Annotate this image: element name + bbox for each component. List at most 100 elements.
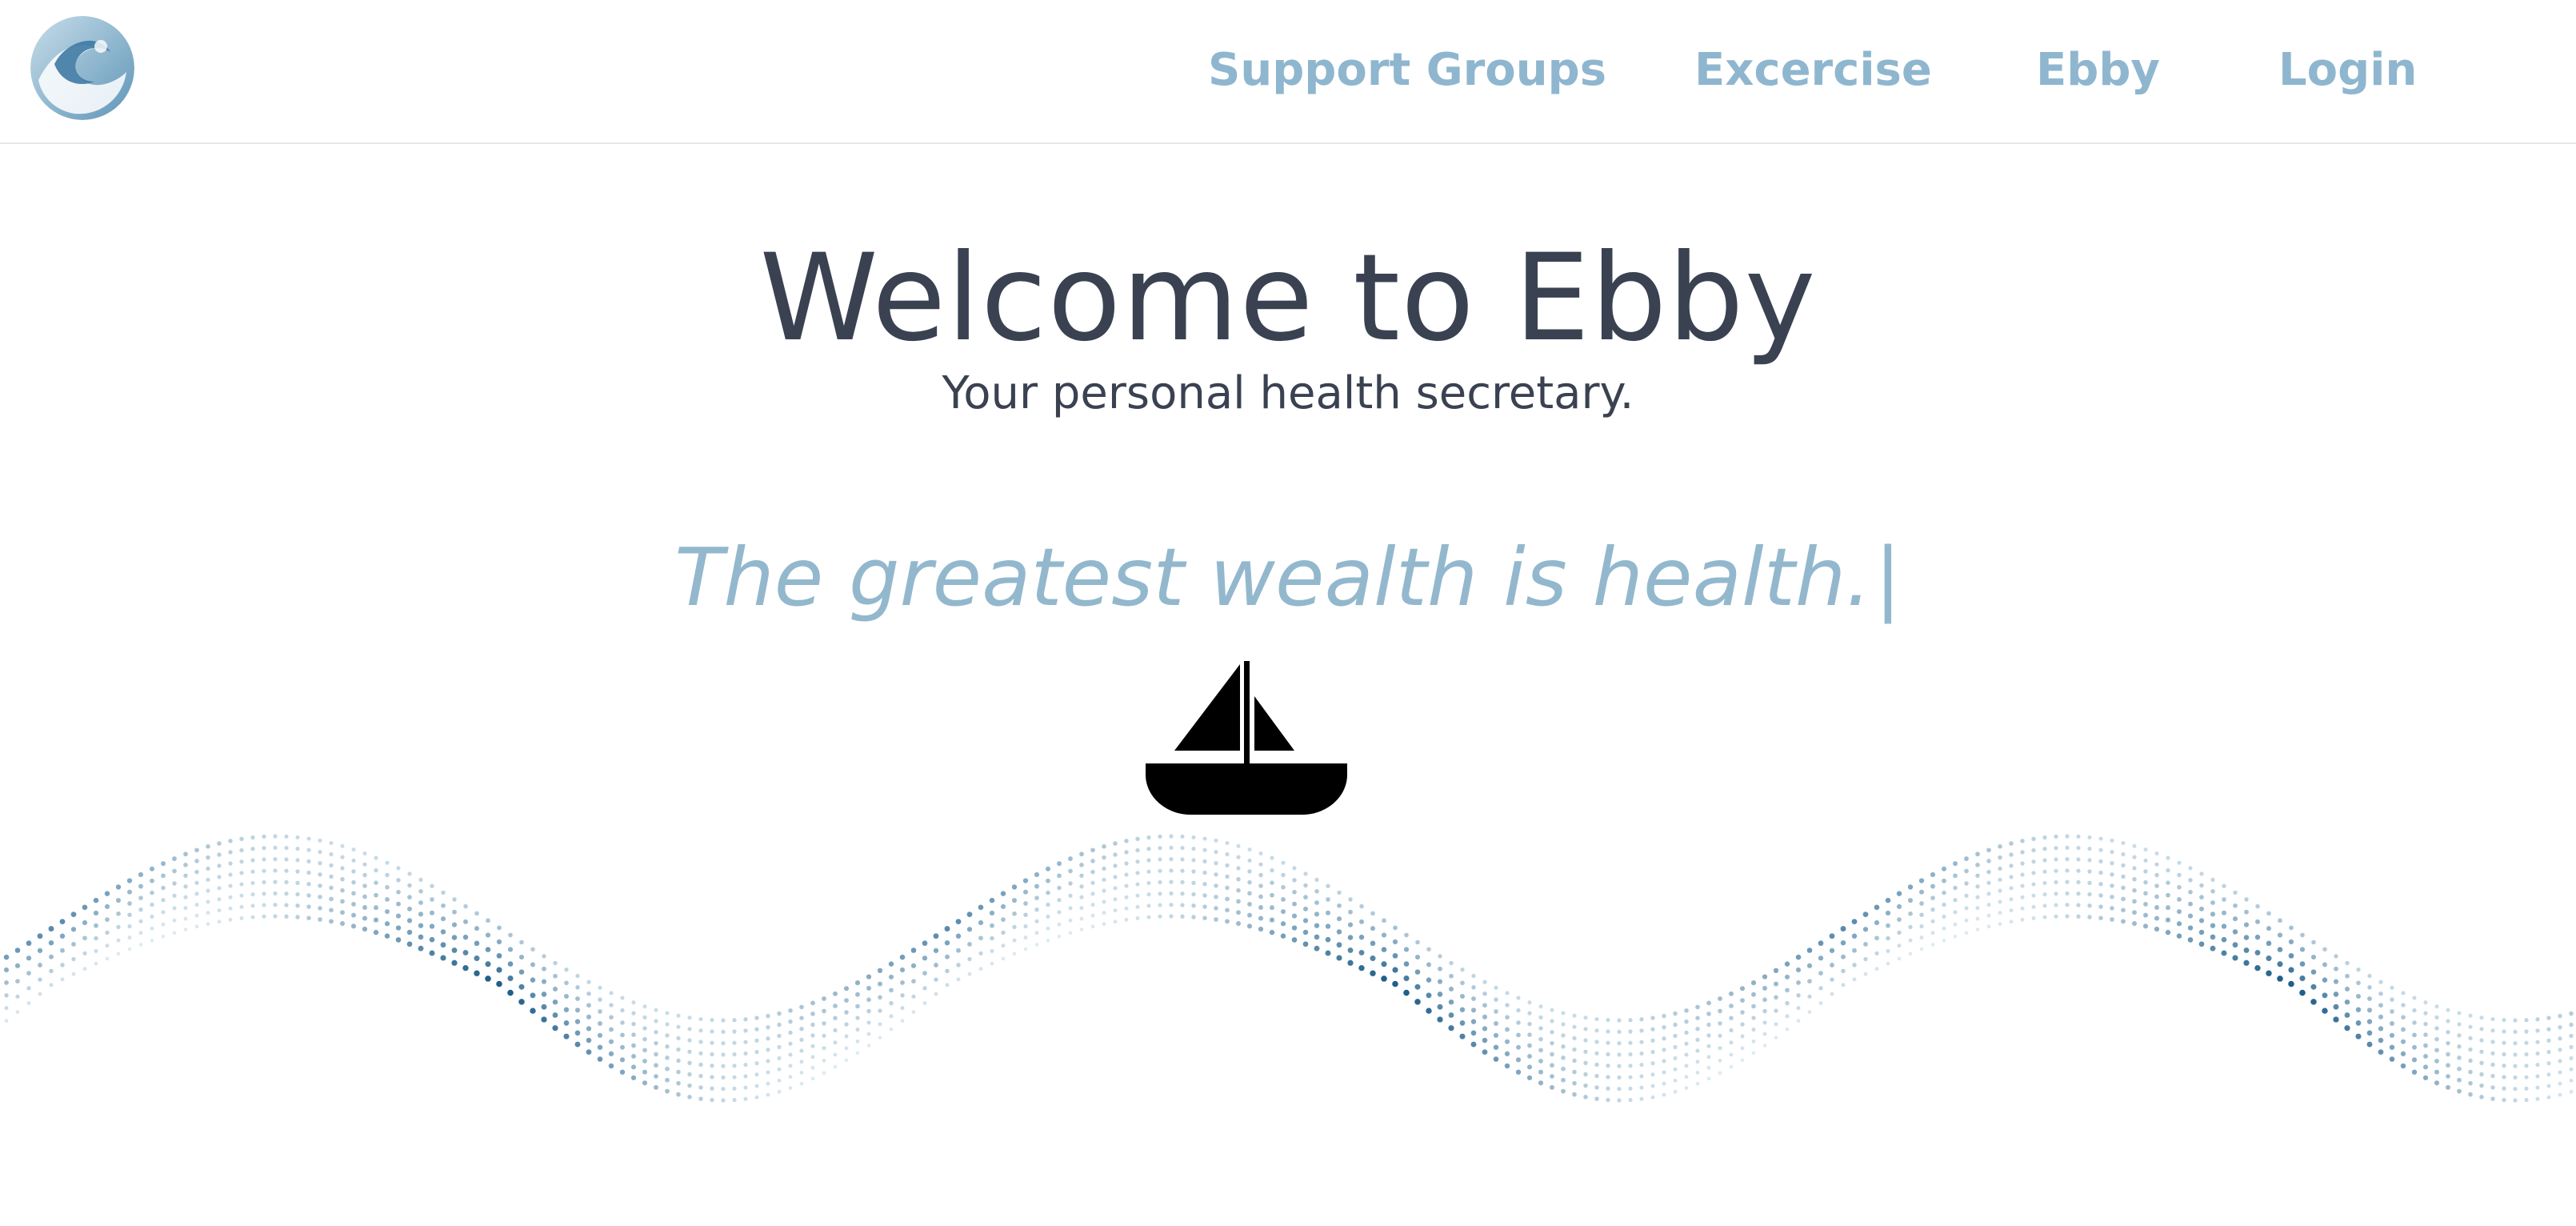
wave-dot [395, 925, 402, 931]
wave-dot [2345, 973, 2350, 979]
wave-dot [866, 985, 871, 991]
wave-dot [1606, 1064, 1610, 1068]
wave-dot [1953, 885, 1958, 891]
wave-dot [2322, 977, 2328, 983]
wave-dot [721, 1018, 726, 1023]
wave-dot [2446, 1008, 2450, 1012]
wave-dot [116, 952, 121, 956]
wave-dot [183, 906, 188, 911]
wave-dot [687, 1072, 692, 1077]
wave-dot [866, 974, 872, 980]
wave-dot [71, 972, 76, 976]
wave-dot [2031, 859, 2036, 864]
wave-dot [2031, 882, 2036, 887]
nav-link-ebby[interactable]: Ebby [2036, 40, 2160, 101]
wave-dot [2457, 1077, 2462, 1083]
wave-dot [1471, 996, 1476, 1001]
wave-dot [2423, 1000, 2428, 1005]
wave-dot [799, 1071, 804, 1075]
wave-dot [2546, 1084, 2551, 1088]
wave-dot [833, 1040, 838, 1045]
nav-link-support-groups[interactable]: Support Groups [1208, 40, 1606, 101]
wave-dot [406, 941, 413, 948]
wave-dot [295, 858, 300, 863]
wave-dot [138, 871, 144, 877]
wave-dot [866, 1044, 871, 1048]
top-navbar: Support Groups Excercise Ebby Login [0, 0, 2576, 144]
wave-dot [766, 1059, 770, 1064]
wave-dot [228, 861, 233, 866]
wave-dot [2087, 903, 2092, 908]
wave-dot [1583, 1060, 1588, 1065]
wave-dot [1830, 992, 1834, 996]
wave-dot [4, 980, 9, 985]
wave-dot [2054, 846, 2058, 851]
wave-dot [1392, 953, 1398, 959]
wave-dot [2389, 1044, 2395, 1050]
wave-dot [2423, 1053, 2428, 1059]
wave-dot [508, 932, 513, 938]
wave-dot [262, 857, 266, 862]
wave-dot [104, 891, 110, 896]
wave-dot [496, 980, 502, 988]
wave-dot [788, 1086, 793, 1090]
wave-dot [3, 967, 10, 973]
wave-dot [1751, 1016, 1756, 1020]
wave-dot [1102, 922, 1106, 926]
wave-dot [2266, 940, 2272, 947]
wave-dot [462, 934, 469, 940]
wave-dot [754, 1072, 759, 1077]
wave-dot [2524, 1052, 2529, 1057]
wave-dot [799, 1037, 804, 1043]
wave-dot [1135, 893, 1140, 898]
wave-dot [676, 1058, 681, 1064]
wave-dot [1998, 877, 2002, 882]
wave-dot [2188, 878, 2193, 883]
wave-dot [1852, 963, 1857, 968]
wave-dot [2390, 1009, 2394, 1014]
wave-dot [94, 961, 98, 966]
wave-dot [1975, 863, 1980, 867]
wave-dot [553, 960, 558, 966]
wave-dot [754, 1027, 759, 1032]
wave-dot [1124, 872, 1129, 877]
wave-dot [710, 1075, 714, 1080]
wave-dot [1225, 874, 1230, 879]
wave-dot [429, 924, 435, 929]
wave-dot [1046, 914, 1050, 919]
wave-dot [1617, 1052, 1622, 1057]
wave-dot [395, 937, 402, 943]
wave-dot [2278, 918, 2282, 924]
wave-dot [1896, 891, 1902, 896]
nav-link-excercise[interactable]: Excercise [1694, 40, 1932, 101]
wave-dot [654, 1019, 658, 1024]
wave-dot [507, 961, 514, 967]
wave-dot [362, 862, 367, 867]
wave-dot [262, 868, 266, 873]
wave-dot [2098, 836, 2103, 841]
wave-dot [1941, 866, 1947, 871]
wave-dot [2524, 1018, 2529, 1023]
wave-dot [172, 918, 177, 923]
wave-dot [1673, 1078, 1678, 1083]
wave-dot [2166, 867, 2170, 873]
wave-dot [250, 880, 255, 885]
wave-dot [351, 902, 356, 907]
wave-dot [1706, 1000, 1711, 1006]
wave-dot [1774, 995, 1778, 1000]
wave-dot [1964, 906, 1969, 911]
wave-dot [1751, 1051, 1756, 1056]
wave-dot [1919, 924, 1924, 929]
wave-dot [810, 1076, 815, 1081]
wave-dot [407, 871, 412, 876]
wave-dot [1650, 1095, 1655, 1100]
nav-link-login[interactable]: Login [2278, 40, 2417, 101]
wave-dot [37, 948, 43, 953]
wave-dot [1718, 1008, 1722, 1014]
wave-dot [1236, 921, 1241, 926]
wave-dot [1550, 1040, 1554, 1046]
wave-dot [440, 942, 446, 948]
wave-dot [822, 1046, 826, 1051]
wave-dot [26, 956, 32, 961]
wave-dot [1302, 918, 1309, 924]
